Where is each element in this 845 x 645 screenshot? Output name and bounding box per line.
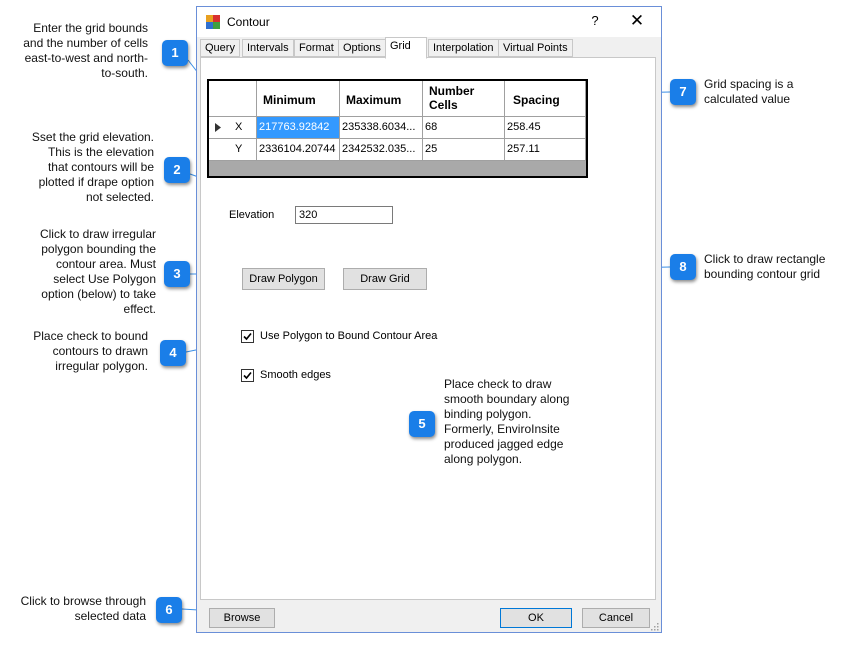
cell-y-number-cells[interactable]: 25 <box>423 139 505 161</box>
annotation-1-text: Enter the grid bounds and the number of … <box>23 21 148 81</box>
cell-x-maximum[interactable]: 235338.6034... <box>340 117 423 139</box>
annotation-badge-4: 4 <box>160 340 186 366</box>
annotation-line: smooth boundary along <box>444 392 570 406</box>
annotation-line: Click to draw irregular <box>39 227 156 241</box>
browse-button[interactable]: Browse <box>209 608 275 628</box>
annotation-line: produced jagged edge <box>444 437 564 451</box>
annotation-7-text: Grid spacing is a calculated value <box>704 77 793 107</box>
close-button[interactable]: ✕ <box>625 11 649 33</box>
column-header-number-cells[interactable]: Number Cells <box>423 81 505 117</box>
tab-format[interactable]: Format <box>294 39 339 57</box>
use-polygon-label[interactable]: Use Polygon to Bound Contour Area <box>260 330 437 342</box>
draw-grid-button[interactable]: Draw Grid <box>343 268 427 290</box>
cell-x-spacing: 258.45 <box>505 117 586 139</box>
tab-options[interactable]: Options <box>338 39 386 57</box>
annotation-line: Grid spacing is a <box>704 77 794 91</box>
annotation-line: option (below) to take <box>41 287 156 301</box>
cell-x-number-cells[interactable]: 68 <box>423 117 505 139</box>
help-button[interactable]: ? <box>585 13 605 31</box>
draw-polygon-button[interactable]: Draw Polygon <box>242 268 325 290</box>
annotation-line: and the number of cells <box>23 36 148 50</box>
annotation-line: not selected. <box>85 190 154 204</box>
row-axis-label: X <box>235 121 243 133</box>
annotation-line: Enter the grid bounds <box>33 21 148 35</box>
contour-dialog: Contour ? ✕ Query Intervals Format Optio… <box>196 6 662 633</box>
use-polygon-checkbox[interactable] <box>241 330 254 343</box>
tab-virtual-points[interactable]: Virtual Points <box>498 39 573 57</box>
annotation-line: effect. <box>123 302 156 316</box>
row-axis-label: Y <box>235 143 243 155</box>
annotation-badge-3: 3 <box>164 261 190 287</box>
grid-bounds-table[interactable]: Minimum Maximum Number Cells Spacing X 2… <box>207 79 588 178</box>
ok-button[interactable]: OK <box>500 608 572 628</box>
smooth-edges-label[interactable]: Smooth edges <box>260 369 331 381</box>
annotation-4-text: Place check to bound contours to drawn i… <box>33 329 148 374</box>
annotation-line: contours to drawn <box>52 344 148 358</box>
annotation-badge-1: 1 <box>162 40 188 66</box>
current-row-arrow-icon <box>215 123 221 132</box>
cell-y-maximum[interactable]: 2342532.035... <box>340 139 423 161</box>
annotation-2-text: Sset the grid elevation. This is the ele… <box>32 130 154 205</box>
annotation-line: This is the elevation <box>47 145 154 159</box>
checkmark-icon <box>243 332 252 341</box>
annotation-line: irregular polygon. <box>55 359 148 373</box>
annotation-line: Click to browse through <box>20 594 146 608</box>
annotation-3-text: Click to draw irregular polygon bounding… <box>40 227 156 317</box>
annotation-8-text: Click to draw rectangle bounding contour… <box>704 252 825 282</box>
cancel-button[interactable]: Cancel <box>582 608 650 628</box>
tab-grid[interactable]: Grid <box>385 37 427 59</box>
cell-y-minimum[interactable]: 2336104.20744 <box>257 139 340 161</box>
annotation-badge-7: 7 <box>670 79 696 105</box>
annotation-line: east-to-west and north- <box>24 51 148 65</box>
tab-intervals[interactable]: Intervals <box>242 39 294 57</box>
annotation-badge-6: 6 <box>156 597 182 623</box>
resize-grip-icon[interactable] <box>649 621 659 631</box>
annotation-line: binding polygon. <box>444 407 532 421</box>
elevation-input[interactable] <box>295 206 393 224</box>
elevation-label: Elevation <box>229 209 275 221</box>
annotation-badge-2: 2 <box>164 157 190 183</box>
annotation-line: select Use Polygon <box>53 272 156 286</box>
annotation-line: calculated value <box>704 92 791 106</box>
table-row[interactable]: X <box>209 117 257 139</box>
table-row[interactable]: Y <box>209 139 257 161</box>
column-header-minimum[interactable]: Minimum <box>257 81 340 117</box>
app-icon <box>206 15 220 29</box>
cell-y-spacing: 257.11 <box>505 139 586 161</box>
annotation-line: Click to draw rectangle <box>704 252 826 266</box>
smooth-edges-checkbox[interactable] <box>241 369 254 382</box>
annotation-line: that contours will be <box>47 160 154 174</box>
cell-x-minimum[interactable]: 217763.92842 <box>257 117 340 139</box>
annotation-line: Sset the grid elevation. <box>31 130 154 144</box>
annotation-5-text: Place check to draw smooth boundary alon… <box>444 377 569 467</box>
annotation-line: bounding contour grid <box>704 267 821 281</box>
annotation-line: along polygon. <box>444 452 523 466</box>
tab-interpolation[interactable]: Interpolation <box>428 39 499 57</box>
annotation-line: selected data <box>74 609 146 623</box>
annotation-badge-5: 5 <box>409 411 435 437</box>
annotation-badge-8: 8 <box>670 254 696 280</box>
annotation-6-text: Click to browse through selected data <box>21 594 146 624</box>
annotation-line: to-south. <box>101 66 148 80</box>
annotation-line: polygon bounding the <box>41 242 156 256</box>
annotation-line: plotted if drape option <box>38 175 154 189</box>
column-header-maximum[interactable]: Maximum <box>340 81 423 117</box>
annotation-line: Place check to bound <box>33 329 148 343</box>
checkmark-icon <box>243 371 252 380</box>
annotation-line: Formerly, EnviroInsite <box>444 422 560 436</box>
title-bar[interactable]: Contour ? ✕ <box>197 7 661 37</box>
table-corner-cell <box>209 81 257 117</box>
annotation-line: Place check to draw <box>444 377 552 391</box>
tab-query[interactable]: Query <box>200 39 240 57</box>
window-title: Contour <box>227 15 270 29</box>
annotation-line: contour area. Must <box>55 257 156 271</box>
column-header-spacing[interactable]: Spacing <box>505 81 586 117</box>
